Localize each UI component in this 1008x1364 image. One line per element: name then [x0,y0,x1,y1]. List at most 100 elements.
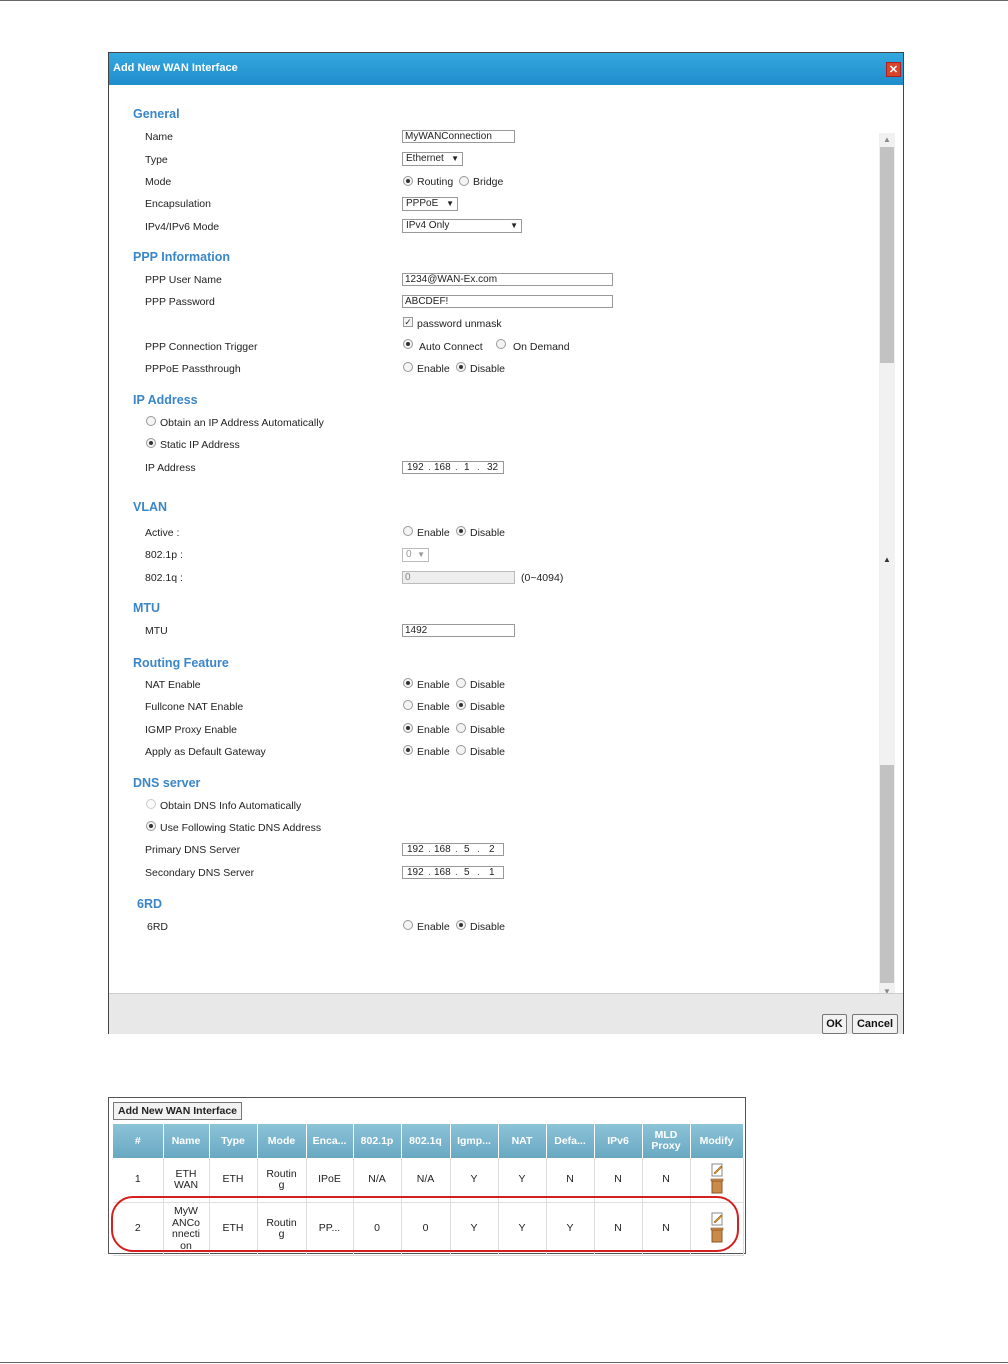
mode-bridge-label: Bridge [473,176,504,188]
passthrough-disable-radio[interactable] [456,362,466,372]
nat-enable-radio[interactable] [403,678,413,688]
page-bottom-rule [0,1362,1008,1363]
vlan-disable-radio[interactable] [456,526,466,536]
vlan-8021p-select[interactable]: 0 ▼ [402,548,429,562]
ipmode-label: IPv4/IPv6 Mode [145,221,220,233]
password-unmask-checkbox[interactable]: ✓ [403,317,413,327]
section-dns: DNS server [133,776,201,790]
col-header-default[interactable]: Defa... [546,1124,595,1158]
mtu-input[interactable]: 1492 [402,624,515,637]
nat-disable-label: Disable [470,679,506,691]
sixrd-enable-radio[interactable] [403,920,413,930]
col-header-igmp[interactable]: Igmp... [450,1124,499,1158]
ppp-user-input[interactable]: 1234@WAN-Ex.com [402,273,613,286]
sixrd-disable-label: Disable [470,921,506,933]
igmp-disable-label: Disable [470,724,506,736]
trigger-demand-radio[interactable] [496,339,506,349]
dns1-octet-3: 5 [464,844,470,855]
scroll-up-icon[interactable]: ▲ [883,135,891,144]
trigger-auto-radio[interactable] [403,339,413,349]
ip-auto-radio[interactable] [146,416,156,426]
fullcone-enable-radio[interactable] [403,700,413,710]
col-header-8021p[interactable]: 802.1p [353,1124,402,1158]
ipmode-value: IPv4 Only [406,220,450,231]
vlan-8021q-label: 802.1q : [145,572,183,584]
mode-routing-radio[interactable] [403,176,413,186]
chevron-down-icon: ▼ [417,550,425,559]
modify-icons [710,1163,724,1194]
igmp-disable-radio[interactable] [456,723,466,733]
primary-dns-label: Primary DNS Server [145,844,241,856]
ok-button[interactable]: OK [822,1014,847,1034]
scrollbar-thumb[interactable] [880,147,894,363]
section-vlan: VLAN [133,500,168,514]
col-header-mode[interactable]: Mode [257,1124,307,1158]
type-label: Type [145,154,168,166]
vlan-enable-radio[interactable] [403,526,413,536]
passthrough-enable-radio[interactable] [403,362,413,372]
ip-dot: . [428,867,431,878]
col-header-type[interactable]: Type [209,1124,258,1158]
gateway-enable-radio[interactable] [403,745,413,755]
col-header-8021q[interactable]: 802.1q [401,1124,451,1158]
scroll-up-icon[interactable]: ▲ [883,555,891,564]
name-input[interactable]: MyWANConnection [402,130,515,143]
gateway-disable-radio[interactable] [456,745,466,755]
close-icon[interactable]: ✕ [886,62,901,77]
mode-routing-label: Routing [417,176,454,188]
ip-octet-1: 192 [407,462,424,473]
scrollbar-thumb[interactable] [880,765,894,983]
section-general: General [133,107,180,121]
chevron-down-icon: ▼ [446,199,454,208]
trigger-demand-label: On Demand [513,341,570,353]
ip-static-radio[interactable] [146,438,156,448]
col-header-encapsulation[interactable]: Enca... [306,1124,354,1158]
passthrough-enable-label: Enable [417,363,450,375]
mtu-label: MTU [145,625,168,637]
col-header-nat[interactable]: NAT [498,1124,547,1158]
cancel-button[interactable]: Cancel [852,1014,898,1034]
gateway-label: Apply as Default Gateway [145,746,266,758]
passthrough-disable-label: Disable [470,363,506,375]
primary-dns-input[interactable]: 192 . 168 . 5 . 2 [402,843,504,856]
dns1-octet-4: 2 [489,844,495,855]
nat-disable-radio[interactable] [456,678,466,688]
ip-static-label: Static IP Address [160,439,240,451]
ip-dot: . [428,462,431,473]
col-header-index[interactable]: # [113,1124,164,1158]
dns-static-radio[interactable] [146,821,156,831]
secondary-dns-input[interactable]: 192 . 168 . 5 . 1 [402,866,504,879]
type-value: Ethernet [406,153,444,164]
ppp-trigger-label: PPP Connection Trigger [145,341,258,353]
fullcone-label: Fullcone NAT Enable [145,701,244,713]
dialog-footer: OK Cancel [109,993,903,1034]
ppp-user-label: PPP User Name [145,274,222,286]
trash-icon[interactable] [710,1178,724,1194]
sixrd-disable-radio[interactable] [456,920,466,930]
ip-address-input[interactable]: 192 . 168 . 1 . 32 [402,461,504,474]
trigger-auto-label: Auto Connect [419,341,483,353]
ipmode-select[interactable]: IPv4 Only ▼ [402,219,522,233]
col-header-ipv6[interactable]: IPv6 [594,1124,643,1158]
sixrd-enable-label: Enable [417,921,450,933]
add-wan-interface-button[interactable]: Add New WAN Interface [113,1102,243,1120]
dns1-octet-1: 192 [407,844,424,855]
type-select[interactable]: Ethernet ▼ [402,152,463,166]
igmp-enable-radio[interactable] [403,723,413,733]
fullcone-disable-radio[interactable] [456,700,466,710]
chevron-down-icon: ▼ [510,221,518,230]
edit-icon[interactable] [710,1163,724,1177]
vlan-8021q-input[interactable]: 0 [402,571,515,584]
col-header-mld-proxy[interactable]: MLD Proxy [642,1124,691,1158]
encapsulation-select[interactable]: PPPoE ▼ [402,197,458,211]
dns-static-label: Use Following Static DNS Address [160,822,322,834]
section-routing: Routing Feature [133,656,229,670]
mode-bridge-radio[interactable] [459,176,469,186]
dns-auto-radio[interactable] [146,799,156,809]
col-header-name[interactable]: Name [163,1124,210,1158]
fullcone-enable-label: Enable [417,701,450,713]
ppp-password-input[interactable]: ABCDEF! [402,295,613,308]
vertical-scrollbar[interactable]: ▲ ▲ ▼ [879,133,895,993]
ip-dot: . [477,462,480,473]
dialog-titlebar: Add New WAN Interface ✕ [109,53,903,85]
